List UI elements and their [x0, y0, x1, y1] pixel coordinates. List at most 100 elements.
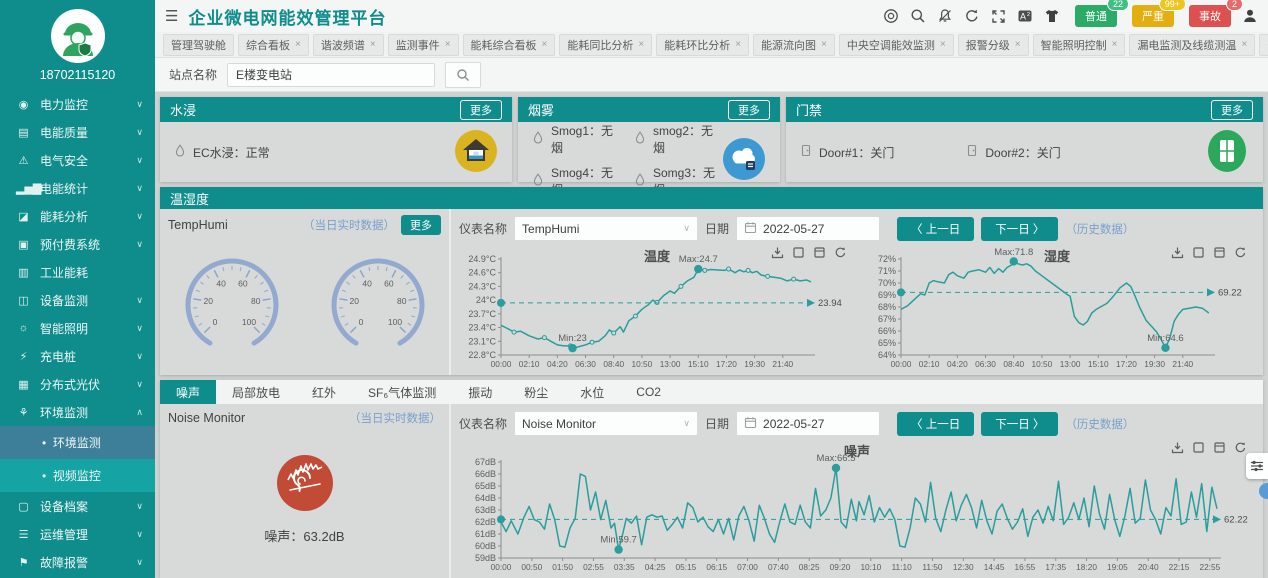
- tab-能耗综合看板[interactable]: 能耗综合看板×: [463, 34, 556, 56]
- env-tab-水位[interactable]: 水位: [564, 380, 620, 404]
- smoke-panel: 烟雾 更多 Smog1：无烟smog2：无烟Smog4：无烟Somg3：无烟: [518, 97, 780, 182]
- alarm-button-事故[interactable]: 事故2: [1189, 5, 1231, 27]
- temperature-chart: 温度22.8°C23.1°C23.4°C23.7°C24°C24.3°C24.6…: [457, 244, 857, 371]
- charging-pile-icon: ⚡: [16, 350, 31, 363]
- noise-date-input[interactable]: 2022-05-27: [736, 411, 880, 436]
- sidebar-item-电气安全[interactable]: ⚠电气安全∨: [0, 146, 155, 174]
- chevron-down-icon: ∨: [136, 557, 143, 568]
- chevron-down-icon: ∨: [136, 323, 143, 334]
- env-tab-SF₆气体监测[interactable]: SF₆气体监测: [352, 380, 452, 404]
- water-house-icon: [454, 129, 498, 176]
- door-more-button[interactable]: 更多: [1211, 100, 1253, 120]
- at-icon[interactable]: [883, 8, 899, 24]
- env-tab-振动[interactable]: 振动: [452, 380, 508, 404]
- main-area: ☰ 企业微电网能效管理平台 A2普通22严重99+事故2 管理驾驶舱综合看板×谐…: [155, 0, 1268, 578]
- sidebar-item-电力监控[interactable]: ◉电力监控∨: [0, 90, 155, 118]
- search-icon[interactable]: [910, 8, 926, 24]
- user-icon[interactable]: [1242, 8, 1258, 24]
- close-icon[interactable]: ×: [1112, 39, 1118, 50]
- alarm-button-普通[interactable]: 普通22: [1075, 5, 1117, 27]
- sidebar-item-分布式光伏[interactable]: ▦分布式光伏∨: [0, 370, 155, 398]
- tab-智能照明控制[interactable]: 智能照明控制×: [1033, 34, 1126, 56]
- tab-报警分级[interactable]: 报警分级×: [958, 34, 1029, 56]
- temphumi-body: TempHumi （当日实时数据） 更多 0204060801000204060…: [160, 209, 1263, 375]
- env-tab-CO2[interactable]: CO2: [620, 380, 677, 404]
- temphumi-date-input[interactable]: 2022-05-27: [736, 216, 880, 241]
- tab-label: 能耗同比分析: [567, 37, 633, 53]
- env-tab-局部放电[interactable]: 局部放电: [216, 380, 296, 404]
- close-icon[interactable]: ×: [940, 39, 946, 50]
- sidebar-item-电能统计[interactable]: ▂▅▇电能统计∨: [0, 174, 155, 202]
- smoke-more-button[interactable]: 更多: [728, 100, 770, 120]
- water-panel: 水浸 更多 EC水浸：正常: [160, 97, 512, 182]
- sidebar-subitem-环境监测[interactable]: • 环境监测: [0, 426, 155, 459]
- sidebar-item-运维管理[interactable]: ☰运维管理∨: [0, 520, 155, 548]
- tab-综合看板[interactable]: 综合看板×: [238, 34, 309, 56]
- bell-mute-icon[interactable]: [937, 8, 953, 24]
- sidebar-item-设备档案[interactable]: ▢设备档案∨: [0, 492, 155, 520]
- sidebar-subitem-视频监控[interactable]: • 视频监控: [0, 459, 155, 492]
- tab-谐波频谱[interactable]: 谐波频谱×: [313, 34, 384, 56]
- close-icon[interactable]: ×: [295, 39, 301, 50]
- tab-能耗环比分析[interactable]: 能耗环比分析×: [656, 34, 749, 56]
- theme-icon[interactable]: [1044, 8, 1060, 24]
- svg-text:22:55: 22:55: [1199, 562, 1220, 572]
- temphumi-history-panel: 仪表名称TempHumi∨日期2022-05-27〈 上一日下一日 〉（历史数据…: [449, 209, 1263, 375]
- refresh-icon[interactable]: [964, 8, 980, 24]
- env-tab-红外[interactable]: 红外: [296, 380, 352, 404]
- env-tab-粉尘[interactable]: 粉尘: [508, 380, 564, 404]
- close-icon[interactable]: ×: [370, 39, 376, 50]
- water-more-button[interactable]: 更多: [460, 100, 502, 120]
- sidebar-item-预付费系统[interactable]: ▣预付费系统∨: [0, 230, 155, 258]
- temphumi-prev-day-button[interactable]: 〈 上一日: [897, 217, 974, 241]
- temphumi-next-day-button[interactable]: 下一日 〉: [981, 217, 1058, 241]
- menu-toggle-icon[interactable]: ☰: [165, 7, 178, 25]
- tab-能耗同比分析[interactable]: 能耗同比分析 ×: [559, 34, 652, 56]
- noise-next-day-button[interactable]: 下一日 〉: [981, 412, 1058, 436]
- tab-管理驾驶舱[interactable]: 管理驾驶舱: [163, 34, 234, 56]
- sidebar-item-能耗分析[interactable]: ◪能耗分析∨: [0, 202, 155, 230]
- noise-prev-day-button[interactable]: 〈 上一日: [897, 412, 974, 436]
- close-icon[interactable]: ×: [1241, 39, 1247, 50]
- font-size-icon[interactable]: A2: [1017, 8, 1033, 24]
- sidebar-item-工业能耗[interactable]: ▥工业能耗: [0, 258, 155, 286]
- tab-漏电监测及线缆测温[interactable]: 漏电监测及线缆测温×: [1129, 34, 1255, 56]
- sidebar-item-设备监测[interactable]: ◫设备监测∨: [0, 286, 155, 314]
- close-icon[interactable]: ×: [638, 39, 644, 50]
- tab-分组用电统计[interactable]: 分组用电统计×: [1259, 34, 1268, 56]
- chevron-down-icon: ∨: [136, 529, 143, 540]
- temphumi-date-label: 日期: [705, 220, 729, 237]
- fullscreen-icon[interactable]: [991, 9, 1006, 24]
- close-icon[interactable]: ×: [821, 39, 827, 50]
- tab-中央空调能效监测[interactable]: 中央空调能效监测×: [839, 34, 954, 56]
- tab-监测事件[interactable]: 监测事件×: [388, 34, 459, 56]
- station-name-input[interactable]: [227, 63, 435, 87]
- close-icon[interactable]: ×: [542, 39, 548, 50]
- user-avatar[interactable]: [51, 9, 105, 63]
- sidebar-item-电能质量[interactable]: ▤电能质量∨: [0, 118, 155, 146]
- svg-text:69.22: 69.22: [1218, 287, 1242, 298]
- alarm-count-badge: 99+: [1159, 0, 1186, 11]
- sidebar-item-充电桩[interactable]: ⚡充电桩∨: [0, 342, 155, 370]
- chat-flyout-bubble[interactable]: [1259, 483, 1268, 499]
- noise-meter-select[interactable]: Noise Monitor∨: [514, 411, 698, 436]
- svg-text:02:10: 02:10: [519, 359, 540, 369]
- sidebar-item-故障报警[interactable]: ⚑故障报警∨: [0, 548, 155, 576]
- temphumi-more-button[interactable]: 更多: [401, 215, 441, 235]
- alarm-button-严重[interactable]: 严重99+: [1132, 5, 1174, 27]
- chevron-down-icon: ∨: [683, 418, 690, 429]
- sidebar-item-智能照明[interactable]: ☼智能照明∨: [0, 314, 155, 342]
- close-icon[interactable]: ×: [735, 39, 741, 50]
- noise-chart: 噪声59dB60dB61dB62dB63dB64dB65dB66dB67dB00…: [457, 439, 1257, 574]
- station-search-button[interactable]: [445, 62, 481, 88]
- close-icon[interactable]: ×: [1015, 39, 1021, 50]
- sidebar-item-环境监测[interactable]: ⚘环境监测∧: [0, 398, 155, 426]
- settings-flyout-tab[interactable]: [1246, 453, 1268, 479]
- svg-text:62dB: 62dB: [475, 517, 496, 527]
- env-tab-噪声[interactable]: 噪声: [160, 380, 216, 404]
- close-icon[interactable]: ×: [445, 39, 451, 50]
- tab-能源流向图[interactable]: 能源流向图×: [753, 34, 835, 56]
- svg-text:19:30: 19:30: [744, 359, 765, 369]
- temphumi-meter-select[interactable]: TempHumi∨: [514, 216, 698, 241]
- droplet-icon: [634, 131, 646, 147]
